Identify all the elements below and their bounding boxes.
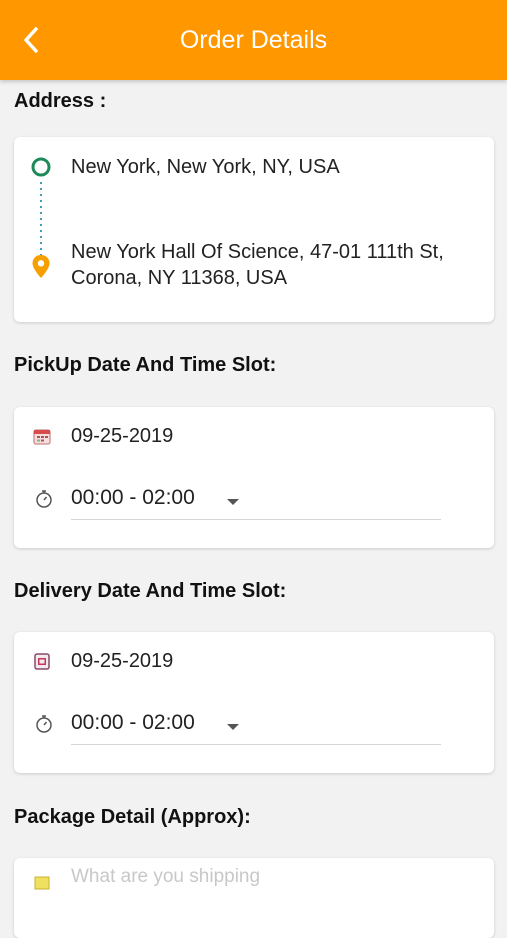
route-dotted-line	[40, 182, 42, 258]
calendar-icon	[34, 653, 50, 670]
dropoff-address-line2: Corona, NY 11368, USA	[71, 267, 288, 289]
stopwatch-icon	[36, 490, 52, 508]
circle-outline-icon	[31, 157, 51, 177]
caret-down-icon	[227, 724, 239, 730]
app-bar: Order Details	[0, 0, 507, 80]
package-icon	[34, 876, 50, 890]
calendar-icon	[33, 429, 51, 445]
delivery-time-dropdown[interactable]: 00:00 - 02:00	[71, 709, 441, 745]
delivery-date[interactable]: 09-25-2019	[71, 648, 173, 674]
address-card: New York, New York, NY, USA New York Hal…	[14, 137, 494, 322]
package-detail-card: What are you shipping	[14, 858, 494, 938]
delivery-time-value: 00:00 - 02:00	[71, 711, 195, 734]
delivery-slot-label: Delivery Date And Time Slot:	[14, 580, 287, 602]
package-description-input[interactable]: What are you shipping	[71, 866, 260, 888]
delivery-slot-card: 09-25-2019 00:00 - 02:00	[14, 632, 494, 773]
stopwatch-icon	[36, 715, 52, 733]
pickup-time-dropdown[interactable]: 00:00 - 02:00	[71, 484, 441, 520]
pickup-slot-card: 09-25-2019 00:00 - 02:00	[14, 407, 494, 548]
map-pin-icon	[32, 255, 50, 278]
dropoff-address-line1: New York Hall Of Science, 47-01 111th St…	[71, 241, 444, 263]
pickup-time-value: 00:00 - 02:00	[71, 486, 195, 509]
pickup-date[interactable]: 09-25-2019	[71, 423, 173, 449]
page-title: Order Details	[179, 26, 328, 54]
pickup-slot-label: PickUp Date And Time Slot:	[14, 354, 277, 376]
address-section-label: Address :	[14, 90, 107, 112]
pickup-address: New York, New York, NY, USA	[71, 156, 340, 178]
caret-down-icon	[227, 499, 239, 505]
package-detail-label: Package Detail (Approx):	[14, 806, 251, 828]
